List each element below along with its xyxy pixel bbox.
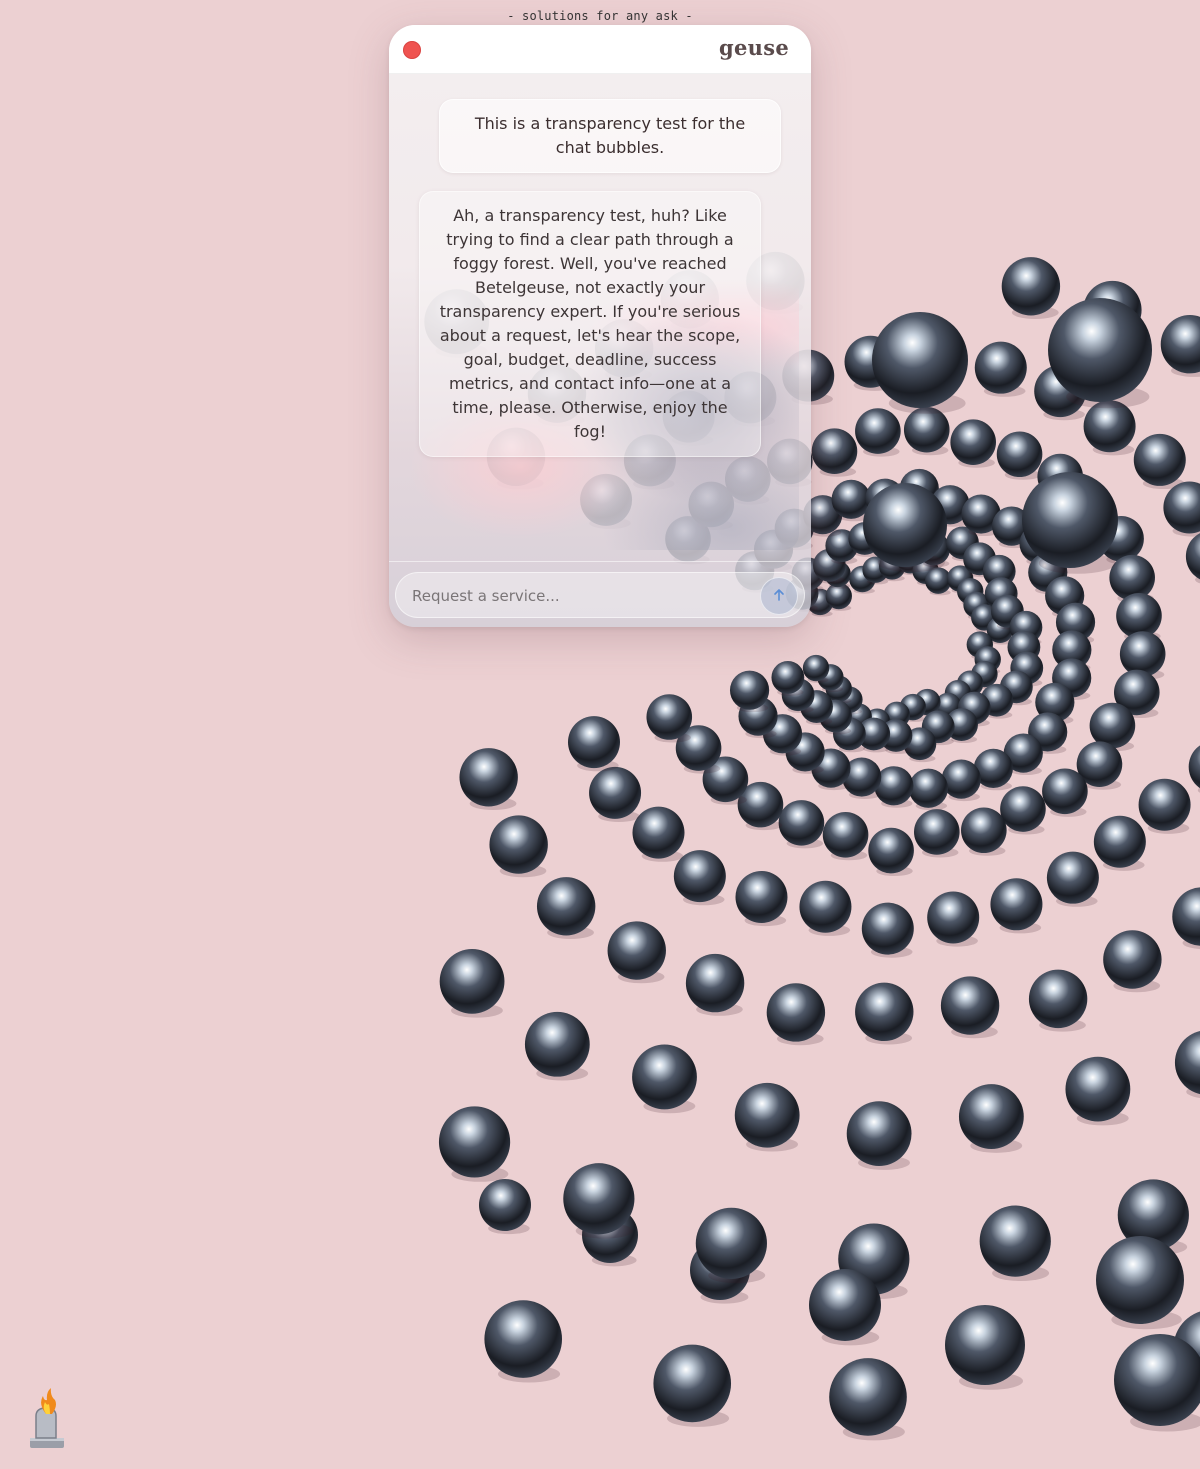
sphere	[940, 976, 1000, 1035]
sphere	[1163, 481, 1200, 534]
sphere	[479, 1179, 531, 1231]
user-message-bubble: This is a transparency test for the chat…	[439, 99, 781, 173]
sphere	[799, 880, 852, 933]
message-list: This is a transparency test for the chat…	[401, 77, 799, 550]
sphere	[632, 1044, 697, 1110]
sphere	[489, 815, 548, 874]
sphere	[1138, 778, 1191, 831]
tagline: - solutions for any ask -	[507, 9, 693, 23]
sphere	[438, 1106, 511, 1178]
sphere	[1119, 631, 1166, 677]
sphere	[734, 1082, 800, 1148]
send-button[interactable]	[760, 577, 798, 615]
sphere	[846, 1101, 912, 1167]
sphere	[855, 982, 914, 1042]
sphere	[1001, 257, 1061, 316]
flaming-tombstone-icon[interactable]	[26, 1386, 70, 1450]
close-button[interactable]	[403, 41, 421, 59]
sphere	[855, 408, 901, 454]
sphere	[1103, 930, 1162, 989]
message-composer	[389, 561, 811, 627]
sphere	[950, 419, 997, 466]
sphere	[1089, 702, 1136, 749]
sphere	[695, 1207, 767, 1279]
sphere	[778, 800, 825, 846]
sphere	[1000, 786, 1046, 832]
sphere	[872, 312, 968, 408]
page-background: - solutions for any ask - geuse This is …	[0, 0, 1200, 1469]
sphere	[961, 807, 1007, 854]
sphere	[729, 670, 770, 710]
sphere	[685, 953, 745, 1013]
sphere	[653, 1344, 732, 1423]
sphere	[1046, 851, 1099, 904]
sphere	[811, 428, 858, 475]
sphere	[459, 748, 518, 807]
sphere	[829, 1358, 907, 1436]
sphere	[607, 921, 666, 980]
sphere	[863, 483, 947, 567]
brand-logo: geuse	[719, 35, 789, 60]
sphere	[766, 983, 826, 1042]
sphere	[927, 891, 980, 944]
sphere	[958, 1084, 1024, 1149]
sphere	[822, 811, 869, 858]
sphere	[1133, 433, 1186, 486]
sphere	[1042, 768, 1088, 815]
sphere	[945, 1305, 1025, 1385]
sphere	[589, 766, 642, 819]
sphere	[439, 948, 505, 1014]
sphere	[974, 341, 1027, 394]
request-input[interactable]	[410, 573, 754, 619]
sphere	[1048, 298, 1152, 402]
sphere	[990, 878, 1043, 931]
sphere	[802, 654, 830, 682]
sphere	[536, 877, 596, 936]
chat-window: geuse This is a transparency test for th…	[389, 25, 811, 627]
sphere	[809, 1269, 881, 1341]
sphere	[914, 809, 960, 855]
sphere	[868, 827, 914, 874]
input-container	[395, 572, 805, 619]
title-bar: geuse	[389, 25, 811, 74]
sphere	[1096, 1236, 1184, 1324]
arrow-up-icon	[772, 587, 786, 606]
sphere	[771, 661, 805, 694]
sphere	[735, 871, 788, 924]
sphere	[1028, 969, 1088, 1029]
sphere	[996, 431, 1043, 478]
sphere	[484, 1300, 563, 1378]
sphere	[861, 902, 914, 955]
sphere	[1022, 472, 1118, 568]
sphere	[1188, 745, 1200, 789]
sphere	[1109, 554, 1155, 601]
sphere	[979, 1205, 1051, 1277]
sphere	[1093, 815, 1146, 868]
sphere	[563, 1163, 635, 1235]
sphere	[1174, 1030, 1200, 1095]
sphere	[903, 406, 950, 453]
sphere	[524, 1011, 590, 1077]
assistant-message-bubble: Ah, a transparency test, huh? Like tryin…	[419, 191, 761, 457]
sphere	[1185, 533, 1200, 580]
sphere	[567, 716, 620, 769]
sphere	[1065, 1056, 1131, 1122]
sphere	[632, 806, 685, 859]
sphere	[1160, 315, 1200, 374]
sphere	[1172, 887, 1200, 946]
sphere	[941, 759, 981, 799]
sphere	[646, 694, 693, 740]
sphere	[1114, 1334, 1200, 1426]
sphere	[908, 768, 949, 808]
